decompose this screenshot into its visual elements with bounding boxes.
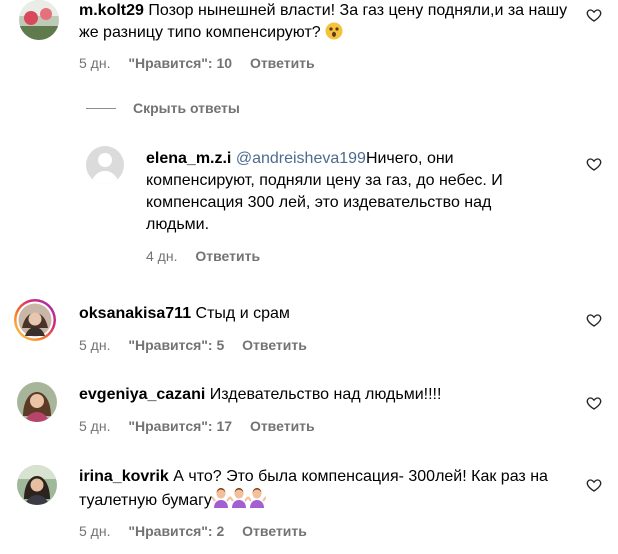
comment-timestamp[interactable]: 4 дн.: [146, 248, 177, 264]
person-shrugging-icon: [211, 488, 267, 515]
heart-icon[interactable]: [586, 312, 602, 328]
comment-body: Издевательство над людьми!!!!: [209, 386, 442, 403]
comment-text: irina_kovrik А что? Это была компенсация…: [79, 466, 579, 515]
comment-meta: 5 дн. "Нравится": 17 Ответить: [79, 418, 329, 434]
heart-icon[interactable]: [586, 395, 602, 411]
heart-icon[interactable]: [586, 7, 602, 23]
comment-likes[interactable]: "Нравится": 2: [128, 523, 224, 539]
comment-meta: 5 дн. "Нравится": 5 Ответить: [79, 337, 321, 353]
comment-timestamp[interactable]: 5 дн.: [79, 337, 110, 353]
divider-line: [86, 107, 116, 109]
comment-item: m.kolt29 Позор нынешней власти! За газ ц…: [0, 0, 618, 80]
reply-button[interactable]: Ответить: [242, 337, 307, 353]
comment-text: evgeniya_cazani Издевательство над людьм…: [79, 384, 579, 406]
comment-username[interactable]: elena_m.z.i: [146, 150, 231, 167]
avatar[interactable]: [13, 298, 57, 342]
comment-username[interactable]: irina_kovrik: [79, 468, 169, 485]
comment-item: irina_kovrik А что? Это была компенсация…: [0, 463, 618, 543]
comment-likes[interactable]: "Нравится": 17: [128, 418, 232, 434]
comment-username[interactable]: oksanakisa711: [79, 305, 191, 322]
hide-replies-toggle[interactable]: Скрыть ответы: [86, 98, 240, 118]
astonished-face-icon: [325, 22, 343, 47]
comment-text: elena_m.z.i @andreisheva199Ничего, они к…: [146, 148, 546, 236]
comment-item: evgeniya_cazani Издевательство над людьм…: [0, 381, 618, 441]
avatar[interactable]: [19, 0, 59, 40]
mention-link[interactable]: @andreisheva199: [236, 150, 366, 167]
avatar[interactable]: [17, 382, 57, 422]
comment-meta: 5 дн. "Нравится": 2 Ответить: [79, 523, 321, 539]
heart-icon[interactable]: [586, 156, 602, 172]
comment-meta: 4 дн. Ответить: [146, 248, 274, 264]
hide-replies-label[interactable]: Скрыть ответы: [133, 100, 240, 116]
comment-item: oksanakisa711 Стыд и срам 5 дн. "Нравитс…: [0, 298, 618, 358]
comment-likes[interactable]: "Нравится": 10: [128, 55, 232, 71]
reply-button[interactable]: Ответить: [250, 418, 315, 434]
comment-username[interactable]: evgeniya_cazani: [79, 386, 205, 403]
comment-timestamp[interactable]: 5 дн.: [79, 523, 110, 539]
avatar[interactable]: [17, 465, 57, 505]
comment-text: m.kolt29 Позор нынешней власти! За газ ц…: [79, 0, 579, 47]
comment-meta: 5 дн. "Нравится": 10 Ответить: [79, 55, 329, 71]
comment-username[interactable]: m.kolt29: [79, 2, 144, 19]
comment-text: oksanakisa711 Стыд и срам: [79, 303, 579, 325]
reply-comment-item: elena_m.z.i @andreisheva199Ничего, они к…: [0, 146, 618, 266]
reply-button[interactable]: Ответить: [242, 523, 307, 539]
avatar[interactable]: [86, 146, 124, 184]
comment-likes[interactable]: "Нравится": 5: [128, 337, 224, 353]
comment-timestamp[interactable]: 5 дн.: [79, 418, 110, 434]
comment-body: Позор нынешней власти! За газ цену подня…: [79, 2, 568, 41]
reply-button[interactable]: Ответить: [250, 55, 315, 71]
heart-icon[interactable]: [586, 477, 602, 493]
reply-button[interactable]: Ответить: [195, 248, 260, 264]
comment-body: Стыд и срам: [195, 305, 290, 322]
comment-timestamp[interactable]: 5 дн.: [79, 55, 110, 71]
